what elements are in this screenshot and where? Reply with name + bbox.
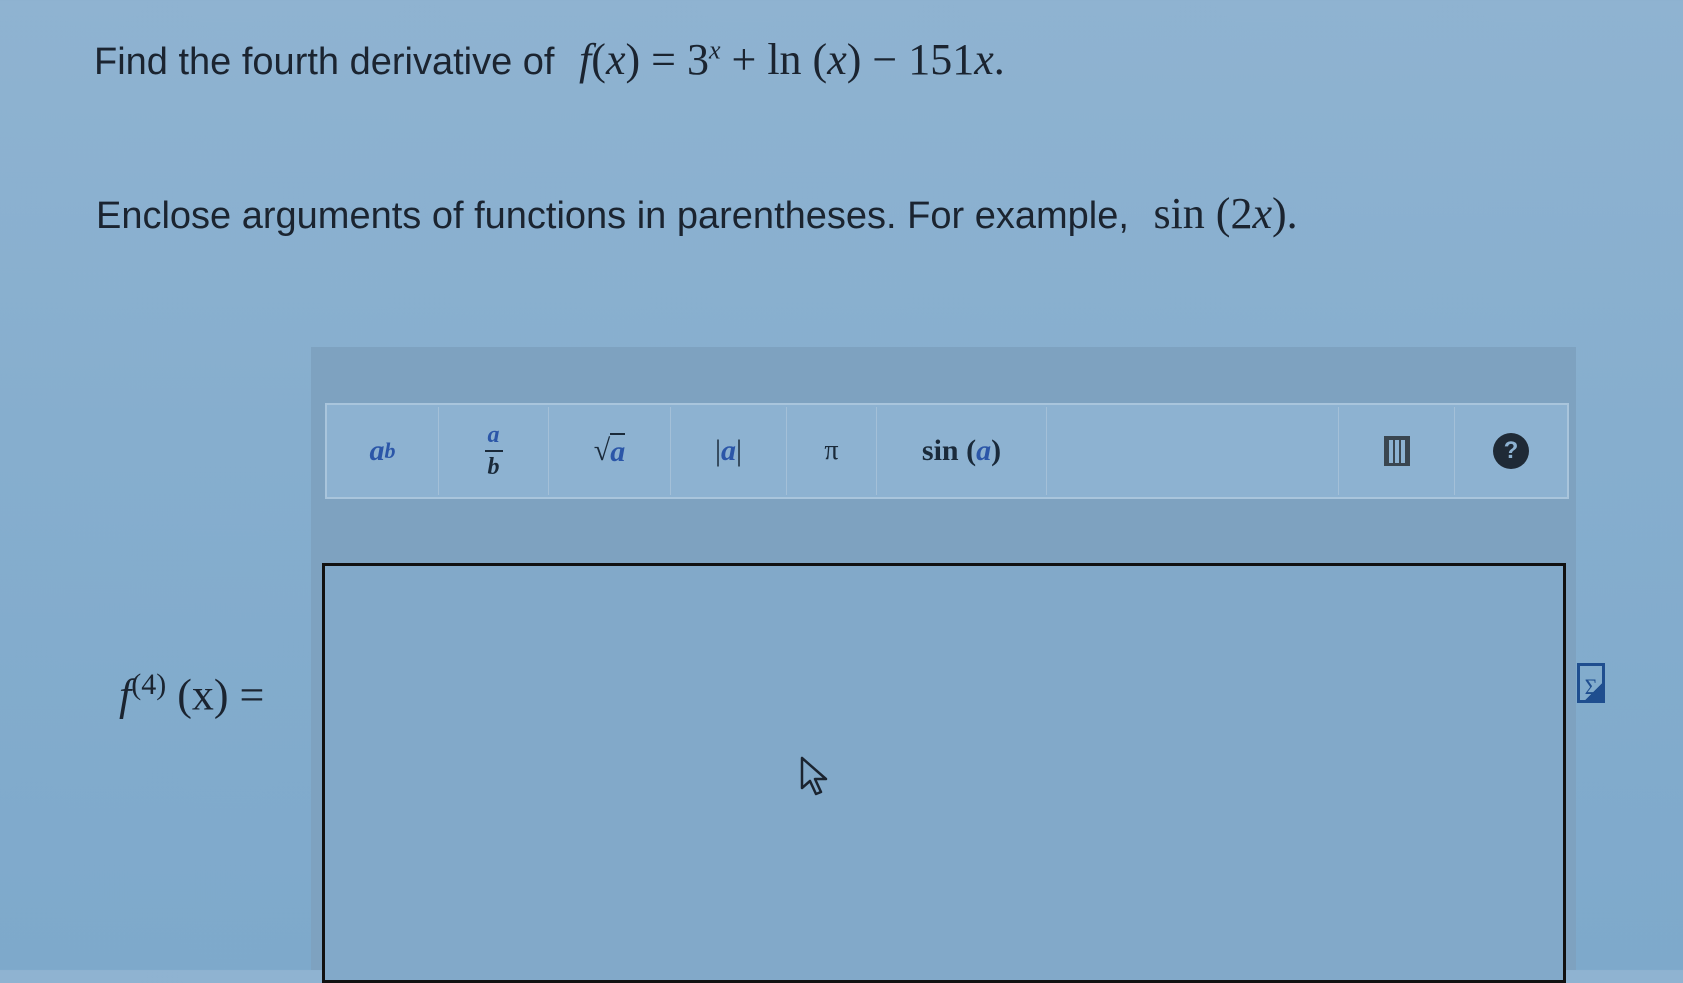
sqrt-button[interactable]: √ a <box>549 407 671 495</box>
instruction-example: sin (2x). <box>1153 189 1298 238</box>
math-toolbar: ab ab √ a | a | π sin (a) ? <box>325 403 1569 499</box>
answer-label: f(4) (x) = <box>119 668 265 720</box>
instruction-text: Enclose arguments of functions in parent… <box>96 188 1298 239</box>
abs-button[interactable]: | a | <box>671 407 787 495</box>
toolbar-spacer <box>1047 407 1339 495</box>
answer-input[interactable] <box>322 563 1566 983</box>
question-prefix: Find the fourth derivative of <box>94 41 555 83</box>
help-button[interactable]: ? <box>1455 407 1567 495</box>
question-function: f(x) = 3x + ln (x) − 151x. <box>579 35 1005 84</box>
question-text: Find the fourth derivative of f(x) = 3x … <box>94 34 1005 85</box>
power-button[interactable]: ab <box>327 407 439 495</box>
trash-icon <box>1383 436 1410 466</box>
clear-button[interactable] <box>1339 407 1455 495</box>
instruction-label: Enclose arguments of functions in parent… <box>96 195 1129 237</box>
sigma-icon[interactable]: Σ <box>1577 663 1605 703</box>
fraction-button[interactable]: ab <box>439 407 549 495</box>
help-icon: ? <box>1493 433 1529 469</box>
pi-button[interactable]: π <box>787 407 877 495</box>
sin-button[interactable]: sin (a) <box>877 407 1047 495</box>
